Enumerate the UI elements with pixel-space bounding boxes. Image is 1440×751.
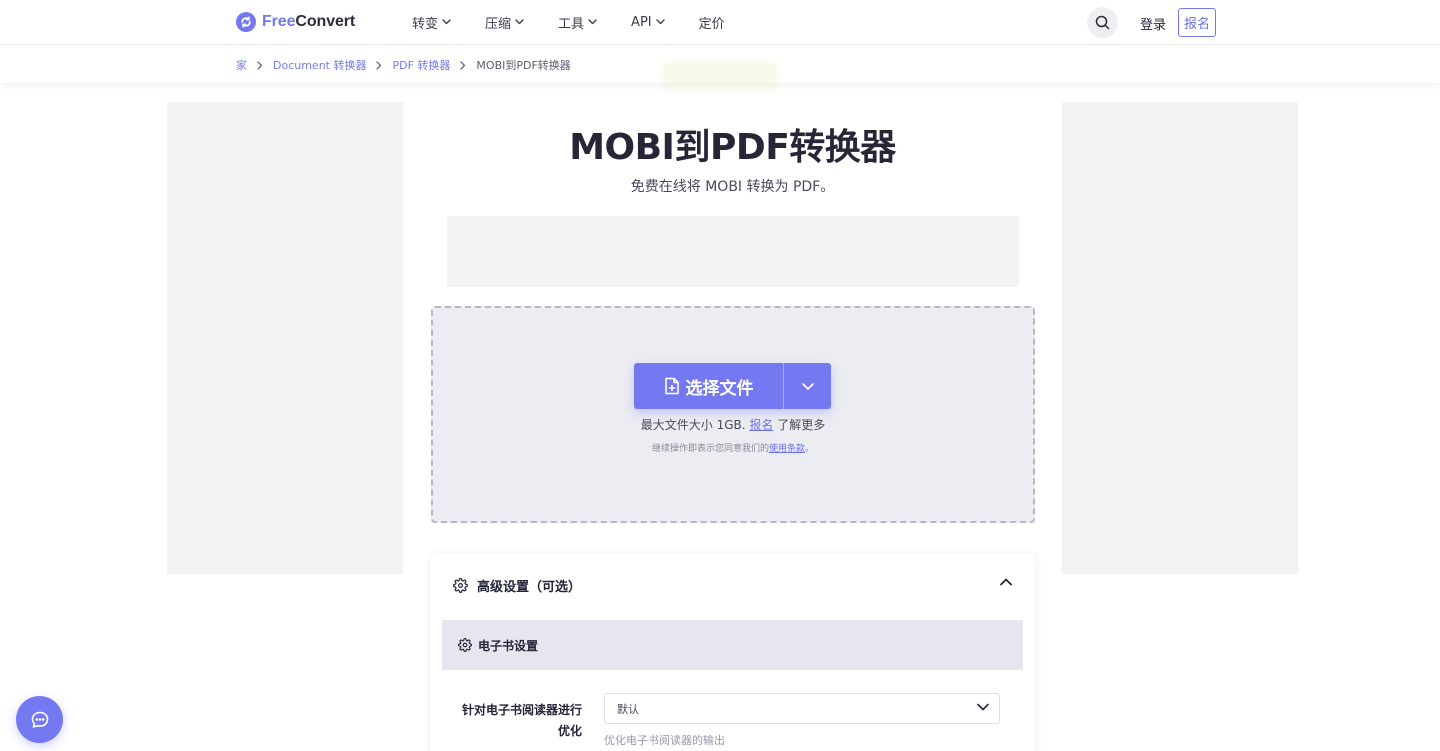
chevron-down-icon <box>655 19 665 25</box>
search-button[interactable] <box>1087 7 1118 38</box>
breadcrumb: 家 Document 转换器 PDF 转换器 MOBI到PDF转换器 <box>236 57 571 73</box>
logo-text-free: Free <box>262 13 296 30</box>
ad-placeholder-right <box>1062 102 1298 574</box>
optimize-ereader-label: 针对电子书阅读器进行优化 <box>462 703 583 738</box>
freeconvert-logo[interactable]: FreeConvert <box>236 12 355 32</box>
page-title: MOBI到PDF转换器 <box>569 127 896 168</box>
choose-files-label: 选择文件 <box>685 378 754 399</box>
terms-of-use-link[interactable]: 使用条款 <box>769 444 805 454</box>
ad-placeholder-left <box>167 102 403 574</box>
gear-icon <box>458 638 472 652</box>
chat-bubble-icon <box>30 710 50 730</box>
nav-item-label: 转变 <box>412 16 439 32</box>
logo-refresh-icon <box>236 12 256 32</box>
logo-text: FreeConvert <box>262 13 355 31</box>
gear-icon <box>453 578 468 593</box>
chevron-up-icon <box>1000 578 1012 586</box>
ebook-settings-section: 电子书设置 <box>442 620 1023 670</box>
optimize-ereader-help: 优化电子书阅读器的输出 <box>604 734 725 747</box>
terms-text: 继续操作即表示您同意我们的 <box>651 444 769 454</box>
breadcrumb-document-converter[interactable]: Document 转换器 <box>273 57 366 73</box>
chevron-down-icon <box>977 703 989 711</box>
terms-note: 继续操作即表示您同意我们的使用条款。 <box>431 441 1035 454</box>
breadcrumb-current: MOBI到PDF转换器 <box>476 59 571 72</box>
nav-item-compress[interactable]: 压缩 <box>485 13 524 32</box>
nav-item-convert[interactable]: 转变 <box>412 13 451 32</box>
chevron-down-icon <box>515 19 524 25</box>
nav-item-label: 工具 <box>558 16 585 32</box>
chevron-right-icon <box>376 60 382 70</box>
optimize-ereader-select[interactable]: 默认 <box>604 693 1000 724</box>
nav-item-pricing[interactable]: 定价 <box>698 13 725 32</box>
chevron-right-icon <box>460 60 466 70</box>
file-drop-zone[interactable] <box>431 306 1035 523</box>
decorative-highlight <box>662 62 778 90</box>
nav-item-label: API <box>631 14 652 30</box>
signup-link[interactable]: 报名 <box>749 418 773 432</box>
ad-placeholder-top <box>447 216 1019 287</box>
upload-source-dropdown[interactable] <box>784 363 831 409</box>
signup-button[interactable]: 报名 <box>1178 8 1216 37</box>
chat-button[interactable] <box>16 696 63 743</box>
learn-more-text: 了解更多 <box>777 418 826 432</box>
max-size-text: 最大文件大小 1GB. <box>640 418 746 432</box>
select-value: 默认 <box>617 702 639 716</box>
advanced-settings-header[interactable]: 高级设置（可选） <box>453 576 581 595</box>
login-link[interactable]: 登录 <box>1140 14 1166 33</box>
choose-files-button-group: 选择文件 <box>634 363 831 409</box>
chevron-down-icon <box>801 382 814 390</box>
nav-item-api[interactable]: API <box>631 13 665 31</box>
choose-files-button[interactable]: 选择文件 <box>634 363 783 409</box>
terms-suffix: 。 <box>805 444 815 454</box>
ebook-settings-title: 电子书设置 <box>478 638 539 653</box>
breadcrumb-home[interactable]: 家 <box>236 57 247 73</box>
chevron-down-icon <box>588 19 597 25</box>
nav-item-label: 压缩 <box>485 16 512 32</box>
chevron-down-icon <box>442 19 451 25</box>
nav-item-tools[interactable]: 工具 <box>558 13 597 32</box>
max-file-size-note: 最大文件大小 1GB. 报名 了解更多 <box>431 416 1035 433</box>
main-nav: 转变 压缩 工具 API 定价 <box>412 13 759 32</box>
nav-item-label: 定价 <box>698 16 725 32</box>
page-subtitle: 免费在线将 MOBI 转换为 PDF。 <box>630 179 835 195</box>
logo-text-convert: Convert <box>295 13 356 30</box>
chevron-right-icon <box>257 60 263 70</box>
advanced-settings-title: 高级设置（可选） <box>477 580 582 595</box>
search-icon <box>1095 15 1110 30</box>
file-plus-icon <box>664 377 680 395</box>
breadcrumb-pdf-converter[interactable]: PDF 转换器 <box>392 57 450 73</box>
collapse-toggle[interactable] <box>1000 578 1012 586</box>
